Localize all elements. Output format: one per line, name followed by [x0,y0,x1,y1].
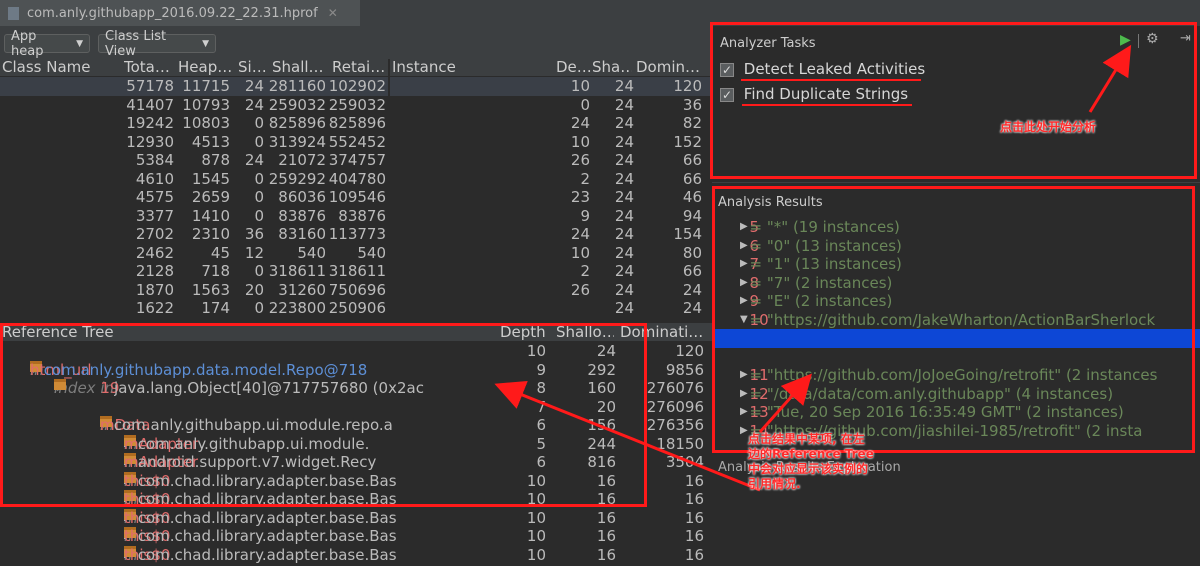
note-explain: 点击结果中某项, 在左 边的Reference Tree 中会对应显示该实例的 … [748,432,874,492]
arrow-to-run [1088,44,1132,113]
note-line: 中会对应显示该实例的 [748,462,869,476]
note-line: 引用情况. [748,477,801,491]
arrow-to-reftree [494,380,761,492]
note-line: 边的Reference Tree [748,447,874,461]
annotation-arrows [494,44,1132,492]
note-start: 点击此处开始分析 [1000,120,1097,134]
note-line: 点击结果中某项, 在左 [748,432,865,446]
arrow-to-result [758,373,812,433]
